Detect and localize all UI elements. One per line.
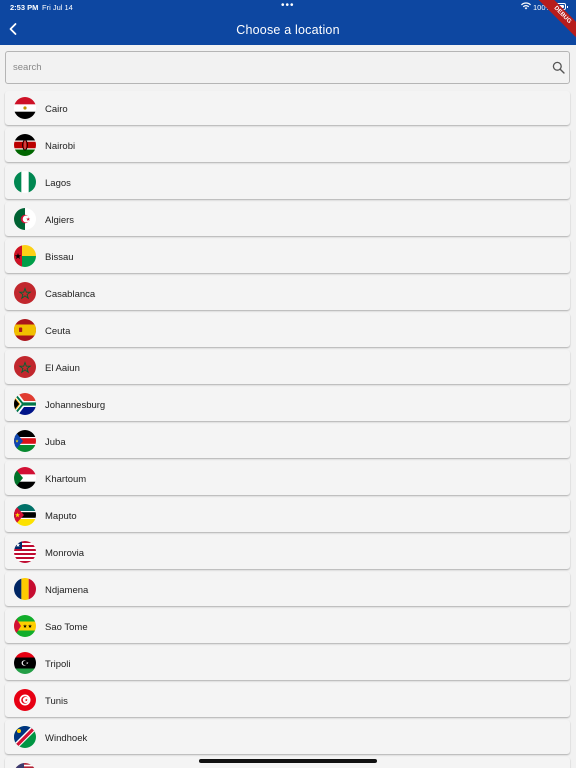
page-title: Choose a location: [236, 23, 340, 37]
city-label: Lagos: [45, 178, 71, 189]
city-label: Maputo: [45, 511, 77, 522]
sao-tome-flag-icon: [14, 615, 36, 637]
city-label: Juba: [45, 437, 66, 448]
spain-flag-icon: [14, 319, 36, 341]
search-input[interactable]: [13, 52, 543, 83]
city-label: Cairo: [45, 104, 68, 115]
namibia-flag-icon: [14, 726, 36, 748]
sudan-flag-icon: [14, 467, 36, 489]
city-label: Khartoum: [45, 474, 87, 485]
morocco-flag-icon: [14, 282, 36, 304]
guinea-bissau-flag-icon: [14, 245, 36, 267]
list-item[interactable]: Bissau: [5, 239, 570, 273]
city-label: Algiers: [45, 215, 75, 226]
city-label: Bissau: [45, 252, 74, 263]
list-item[interactable]: Lagos: [5, 165, 570, 199]
list-item[interactable]: Nairobi: [5, 128, 570, 162]
home-indicator[interactable]: [199, 759, 377, 763]
nigeria-flag-icon: [14, 171, 36, 193]
app-bar: 2:53 PM Fri Jul 14 ••• 100% Choose a loc…: [0, 0, 576, 45]
city-label: Tunis: [45, 696, 68, 707]
list-item[interactable]: El Aaiun: [5, 350, 570, 384]
kenya-flag-icon: [14, 134, 36, 156]
city-label: Ndjamena: [45, 585, 89, 596]
city-label: Nairobi: [45, 141, 76, 152]
list-item[interactable]: Maputo: [5, 498, 570, 532]
status-bar: 2:53 PM Fri Jul 14 ••• 100%: [0, 0, 576, 14]
mozambique-flag-icon: [14, 504, 36, 526]
city-label: El Aaiun: [45, 363, 80, 374]
list-item[interactable]: Khartoum: [5, 461, 570, 495]
search-icon[interactable]: [552, 61, 565, 74]
list-item[interactable]: Tunis: [5, 683, 570, 717]
usa-flag-icon: [14, 763, 36, 768]
egypt-flag-icon: [14, 97, 36, 119]
list-item[interactable]: Tripoli: [5, 646, 570, 680]
city-label: Windhoek: [45, 733, 88, 744]
liberia-flag-icon: [14, 541, 36, 563]
chad-flag-icon: [14, 578, 36, 600]
algeria-flag-icon: [14, 208, 36, 230]
city-label: Ceuta: [45, 326, 71, 337]
morocco-flag-icon: [14, 356, 36, 378]
list-item[interactable]: Casablanca: [5, 276, 570, 310]
list-item[interactable]: Juba: [5, 424, 570, 458]
tunisia-flag-icon: [14, 689, 36, 711]
city-label: Monrovia: [45, 548, 85, 559]
libya-flag-icon: [14, 652, 36, 674]
city-label: Johannesburg: [45, 400, 106, 411]
status-time: 2:53 PM: [10, 3, 39, 12]
list-item[interactable]: Johannesburg: [5, 387, 570, 421]
wifi-icon: [521, 2, 531, 12]
city-label: Sao Tome: [45, 622, 88, 633]
city-label: Tripoli: [45, 659, 71, 670]
list-item[interactable]: Ndjamena: [5, 572, 570, 606]
multitasking-dots-icon[interactable]: •••: [281, 0, 295, 11]
list-item[interactable]: Algiers: [5, 202, 570, 236]
list-item[interactable]: Sao Tome: [5, 609, 570, 643]
status-date: Fri Jul 14: [42, 3, 73, 12]
list-item[interactable]: Windhoek: [5, 720, 570, 754]
search-field[interactable]: [5, 51, 570, 84]
list-item[interactable]: Cairo: [5, 91, 570, 125]
south-sudan-flag-icon: [14, 430, 36, 452]
city-label: Casablanca: [45, 289, 96, 300]
south-africa-flag-icon: [14, 393, 36, 415]
list-item[interactable]: Monrovia: [5, 535, 570, 569]
list-item[interactable]: Ceuta: [5, 313, 570, 347]
location-list[interactable]: Cairo Nairobi Lagos Algiers Bissau Casab…: [0, 89, 576, 768]
